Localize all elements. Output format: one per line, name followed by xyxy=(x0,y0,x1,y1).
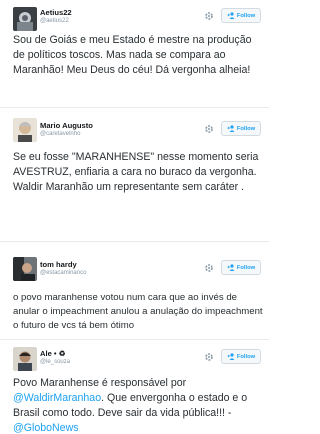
tweet-text: o povo maranhense votou num cara que ao … xyxy=(13,292,263,332)
add-user-icon xyxy=(227,264,235,271)
tweet-text-part: Povo Maranhense é responsável por xyxy=(13,377,187,389)
follow-button[interactable]: Follow xyxy=(221,349,261,364)
add-user-icon xyxy=(227,12,235,19)
user-name[interactable]: Mario Augusto xyxy=(40,121,93,130)
gear-icon[interactable] xyxy=(202,122,216,136)
user-handle: @caretavelnho xyxy=(40,131,81,137)
avatar[interactable] xyxy=(13,118,37,142)
avatar[interactable] xyxy=(13,347,37,371)
add-user-icon xyxy=(227,353,235,360)
user-name[interactable]: tom hardy xyxy=(40,260,77,269)
follow-button[interactable]: Follow xyxy=(221,260,261,275)
gear-icon[interactable] xyxy=(202,261,216,275)
tweet-card: tom hardy @estacaminanco Follow o povo m… xyxy=(0,242,269,348)
tweet-card: Mario Augusto @caretavelnho Follow Se eu… xyxy=(0,108,269,240)
follow-label: Follow xyxy=(236,12,256,19)
user-name[interactable]: Ale • ♻ xyxy=(40,349,66,358)
follow-button[interactable]: Follow xyxy=(221,121,261,136)
mention-link[interactable]: @GloboNews xyxy=(13,422,79,434)
tweet-text: Povo Maranhense é responsável por @Waldi… xyxy=(13,376,265,434)
user-handle: @aetius22 xyxy=(40,18,69,24)
add-user-icon xyxy=(227,125,235,132)
user-handle: @le_souza xyxy=(40,359,71,365)
follow-label: Follow xyxy=(236,264,256,271)
user-name[interactable]: Aetius22 xyxy=(40,8,72,17)
tweet-card: Ale • ♻ @le_souza Follow Povo Maranhense… xyxy=(0,340,269,434)
tweet-card: Aetius22 @aetius22 Follow Sou de Goiás e… xyxy=(0,0,269,107)
gear-icon[interactable] xyxy=(202,9,216,23)
follow-button[interactable]: Follow xyxy=(221,8,261,23)
follow-label: Follow xyxy=(236,125,256,132)
avatar[interactable] xyxy=(13,7,37,31)
avatar[interactable] xyxy=(13,257,37,281)
tweet-text: Sou de Goiás e meu Estado é mestre na pr… xyxy=(13,34,252,76)
user-handle: @estacaminanco xyxy=(40,270,87,276)
follow-label: Follow xyxy=(236,353,256,360)
tweet-text: Se eu fosse "MARANHENSE" nesse momento s… xyxy=(13,151,259,193)
gear-icon[interactable] xyxy=(202,350,216,364)
mention-link[interactable]: @WaldirMaranhao xyxy=(13,392,101,404)
